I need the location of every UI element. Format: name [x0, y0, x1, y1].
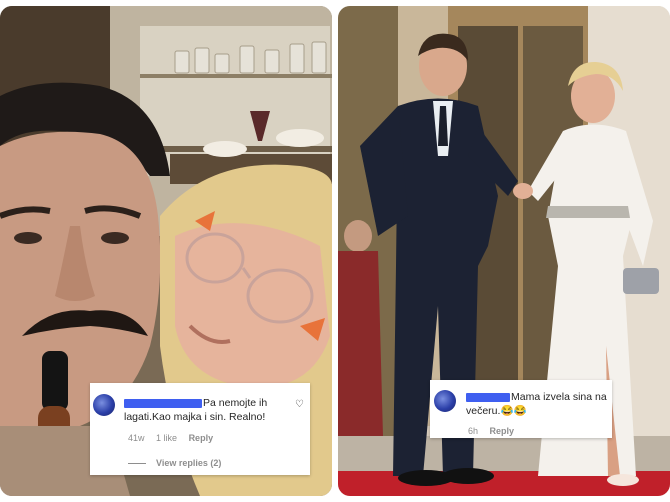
comment-text: Pa nemojte ih lagati.Kao majka i sin. Re… — [124, 396, 294, 424]
commenter-avatar[interactable] — [93, 394, 115, 416]
view-replies-label: View replies (2) — [156, 458, 222, 468]
comment-meta: 6h Reply — [468, 424, 523, 438]
commenter-avatar[interactable] — [434, 390, 456, 412]
redacted-username — [466, 392, 510, 402]
comment-meta: 41w 1 like Reply — [128, 431, 222, 445]
view-replies-button[interactable]: View replies (2) — [128, 456, 221, 470]
comment-text: Mama izvela sina na večeru.😂😂 — [466, 390, 611, 418]
comment-card-left: Pa nemojte ih lagati.Kao majka i sin. Re… — [90, 383, 310, 475]
comment-text-line2: lagati.Kao majka i sin. Realno! — [124, 411, 266, 423]
heart-icon[interactable]: ♡ — [295, 398, 304, 412]
reply-button[interactable]: Reply — [189, 433, 214, 443]
comment-text-line1: Mama izvela sina na — [511, 391, 607, 403]
comment-emoji: 😂😂 — [500, 405, 527, 417]
replies-divider — [128, 463, 146, 465]
comment-likes[interactable]: 1 like — [156, 433, 177, 443]
reply-button[interactable]: Reply — [490, 426, 515, 436]
redacted-username — [124, 398, 202, 408]
comment-time: 41w — [128, 433, 145, 443]
comment-text-line1: Pa nemojte ih — [203, 397, 268, 409]
comment-card-right: Mama izvela sina na večeru.😂😂 6h Reply — [430, 380, 612, 438]
comment-text-line2: večeru. — [466, 405, 501, 417]
comment-time: 6h — [468, 426, 479, 436]
